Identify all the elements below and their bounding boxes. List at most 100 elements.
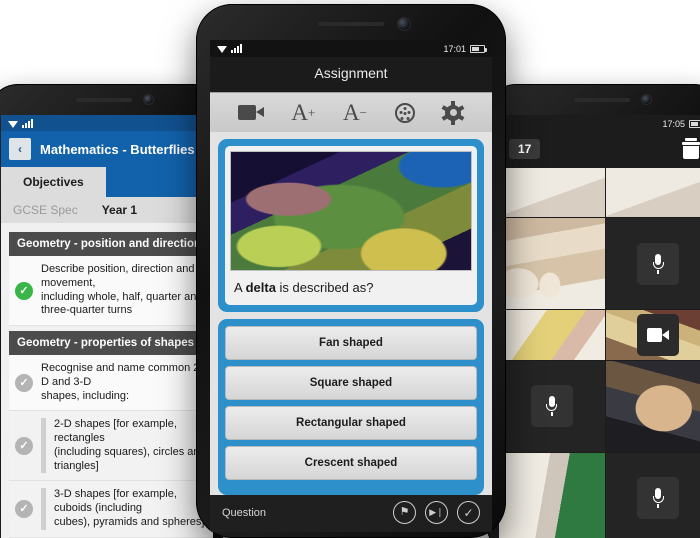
question-inner: A delta is described as? bbox=[225, 146, 477, 305]
gallery-photo-tile[interactable] bbox=[605, 168, 700, 218]
indent-bar bbox=[41, 418, 46, 474]
page-title: Assignment bbox=[210, 57, 492, 92]
microphone-icon bbox=[652, 488, 664, 509]
answer-option[interactable]: Fan shaped bbox=[225, 326, 477, 360]
right-status-right: 17:05 bbox=[662, 119, 700, 129]
left-status-left bbox=[8, 118, 33, 128]
skip-next-icon[interactable]: ▶❘ bbox=[425, 501, 448, 524]
list-item-label: 3-D shapes [for example, cuboids (includ… bbox=[54, 488, 205, 528]
wifi-icon bbox=[217, 45, 228, 53]
left-app-header: ‹ Mathematics - Butterflies bbox=[1, 131, 213, 167]
status-check-icon: ✓ bbox=[15, 499, 33, 518]
battery-icon bbox=[470, 44, 487, 53]
gallery-audio-tile[interactable] bbox=[499, 360, 605, 452]
left-phone-screen: ‹ Mathematics - Butterflies Objectives G… bbox=[1, 115, 213, 538]
item-count-badge: 17 bbox=[509, 139, 541, 159]
gallery-photo-tile[interactable] bbox=[605, 360, 700, 452]
right-status-bar: 17:05 bbox=[499, 115, 700, 132]
wifi-icon bbox=[8, 120, 19, 128]
objectives-list[interactable]: Geometry - position and direction ✓ Desc… bbox=[1, 223, 213, 538]
flag-question-icon[interactable]: ⚑ bbox=[393, 501, 416, 524]
gallery-video-tile[interactable] bbox=[605, 310, 700, 360]
video-camera-icon bbox=[647, 327, 670, 342]
left-status-bar bbox=[1, 115, 213, 131]
tab-secondary[interactable] bbox=[106, 167, 154, 197]
left-spec-bar: GCSE Spec Year 1 bbox=[1, 197, 213, 223]
composite-device-mockup: ‹ Mathematics - Butterflies Objectives G… bbox=[0, 0, 700, 538]
answer-option[interactable]: Rectangular shaped bbox=[225, 406, 477, 440]
center-phone-screen: 17:01 Assignment A + A − A delta is desc… bbox=[210, 40, 492, 532]
answer-option[interactable]: Crescent shaped bbox=[225, 446, 477, 480]
font-increase-icon[interactable]: A + bbox=[291, 101, 315, 124]
signal-bars-icon bbox=[22, 118, 33, 128]
assignment-content: A delta is described as? Fan shaped Squa… bbox=[210, 132, 492, 495]
question-text: A delta is described as? bbox=[230, 271, 472, 305]
question-image bbox=[230, 151, 472, 271]
list-item[interactable]: ✓ Describe position, direction and movem… bbox=[9, 256, 213, 326]
center-phone-camera bbox=[398, 18, 410, 30]
indent-bar bbox=[41, 488, 46, 530]
list-item-label: 2-D shapes [for example, rectangles (inc… bbox=[54, 418, 206, 472]
question-keyword: delta bbox=[245, 280, 276, 295]
spec-label: GCSE Spec bbox=[13, 203, 78, 217]
gallery-photo-tile[interactable] bbox=[499, 452, 605, 538]
gallery-audio-tile[interactable] bbox=[605, 218, 700, 310]
status-check-icon: ✓ bbox=[15, 281, 33, 300]
clock-label: 17:01 bbox=[443, 43, 466, 54]
portfolio-top-bar: 17 bbox=[499, 132, 700, 168]
center-status-left bbox=[217, 44, 242, 53]
right-phone-screen: 17:05 17 bbox=[499, 115, 700, 538]
right-phone-camera bbox=[642, 95, 651, 104]
list-item[interactable]: ✓ 3-D shapes [for example, cuboids (incl… bbox=[9, 481, 213, 538]
status-check-icon: ✓ bbox=[15, 436, 33, 455]
answer-options-card: Fan shaped Square shaped Rectangular sha… bbox=[218, 319, 484, 495]
list-group-header: Geometry - properties of shapes bbox=[9, 331, 213, 355]
portfolio-app: 17:05 17 bbox=[499, 115, 700, 538]
list-item[interactable]: ✓ Recognise and name common 2-D and 3-D … bbox=[9, 355, 213, 412]
list-item[interactable]: ✓ 2-D shapes [for example, rectangles (i… bbox=[9, 411, 213, 482]
signal-bars-icon bbox=[231, 44, 242, 53]
bottom-bar-actions: ⚑ ▶❘ ✓ bbox=[393, 501, 480, 524]
question-suffix: is described as? bbox=[275, 280, 374, 295]
video-camera-icon[interactable] bbox=[237, 105, 264, 120]
assignment-bottom-bar: Question ⚑ ▶❘ ✓ bbox=[210, 495, 492, 532]
answer-option[interactable]: Square shaped bbox=[225, 366, 477, 400]
font-decrease-icon[interactable]: A − bbox=[343, 101, 367, 124]
bottom-bar-label: Question bbox=[222, 506, 267, 519]
status-check-icon: ✓ bbox=[15, 373, 33, 392]
assignment-toolbar: A + A − bbox=[210, 92, 492, 132]
center-status-right: 17:01 bbox=[443, 43, 487, 54]
year-label[interactable]: Year 1 bbox=[102, 203, 137, 217]
gallery-photo-tile[interactable] bbox=[499, 168, 605, 218]
page-title: Mathematics - Butterflies bbox=[40, 141, 195, 157]
gallery-photo-tile[interactable] bbox=[499, 218, 605, 310]
center-status-bar: 17:01 bbox=[210, 40, 492, 57]
back-button[interactable]: ‹ bbox=[9, 138, 31, 160]
list-group-header: Geometry - position and direction bbox=[9, 232, 213, 256]
gallery-audio-tile[interactable] bbox=[605, 452, 700, 538]
center-phone-speaker bbox=[318, 22, 384, 26]
right-phone-speaker bbox=[574, 98, 630, 102]
left-phone-speaker bbox=[76, 98, 132, 102]
tab-objectives[interactable]: Objectives bbox=[1, 167, 106, 197]
microphone-icon bbox=[546, 396, 558, 417]
gallery-photo-tile[interactable] bbox=[499, 310, 605, 360]
left-phone-device: ‹ Mathematics - Butterflies Objectives G… bbox=[0, 84, 226, 538]
center-phone-device: 17:01 Assignment A + A − A delta is desc… bbox=[196, 4, 506, 538]
microphone-icon bbox=[652, 253, 664, 274]
submit-check-icon[interactable]: ✓ bbox=[457, 501, 480, 524]
list-item-label: Recognise and name common 2-D and 3-D sh… bbox=[41, 362, 203, 402]
left-tab-bar: Objectives bbox=[1, 167, 213, 197]
portfolio-grid[interactable] bbox=[499, 168, 700, 538]
gear-icon[interactable] bbox=[441, 100, 465, 125]
assignment-app: 17:01 Assignment A + A − A delta is desc… bbox=[210, 40, 492, 532]
left-phone-camera bbox=[144, 95, 153, 104]
accessibility-icon[interactable] bbox=[394, 102, 415, 123]
objectives-app: ‹ Mathematics - Butterflies Objectives G… bbox=[1, 115, 213, 538]
question-card: A delta is described as? bbox=[218, 139, 484, 312]
trash-bin-icon[interactable] bbox=[681, 138, 700, 160]
right-phone-device: 17:05 17 bbox=[486, 84, 700, 538]
list-item-label: Describe position, direction and movemen… bbox=[41, 263, 203, 317]
battery-icon bbox=[689, 119, 700, 128]
clock-label: 17:05 bbox=[662, 118, 685, 129]
